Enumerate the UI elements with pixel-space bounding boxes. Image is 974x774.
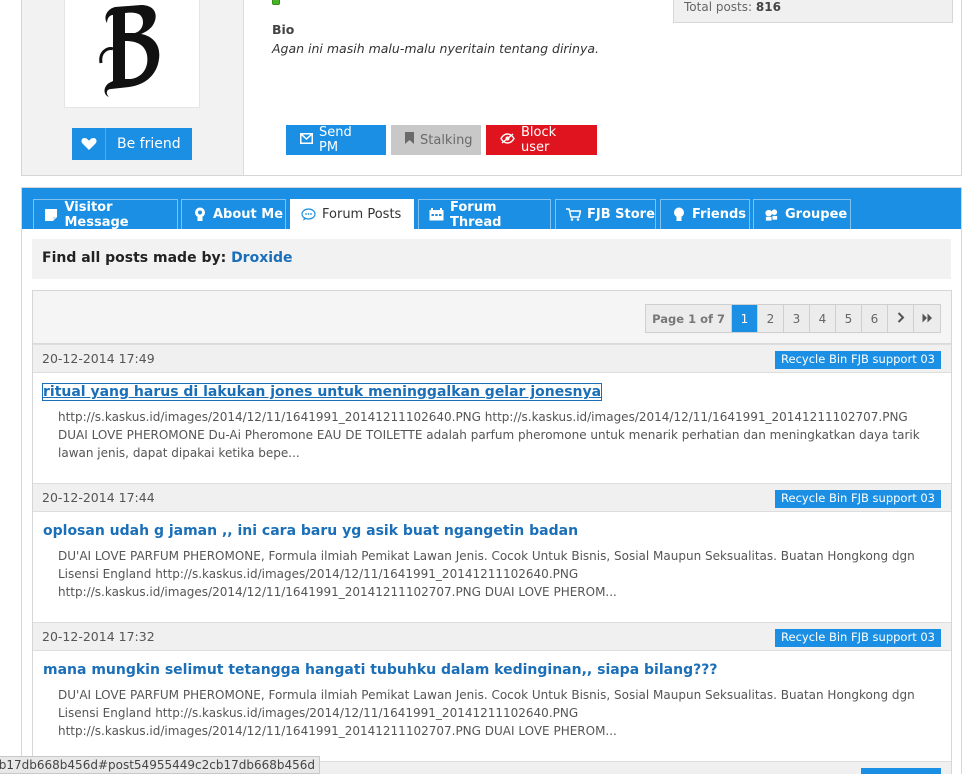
post-snippet: DU'AI LOVE PARFUM PHEROMONE, Formula ilm… [58, 688, 915, 738]
be-friend-label: Be friend [117, 136, 181, 152]
profile-card: Be friend Bio Agan ini masih malu-malu n… [21, 0, 962, 176]
bulb-icon [192, 207, 207, 222]
profile-actions: Send PM Stalking Block user [286, 125, 597, 155]
stats-box: Total posts: 816 [673, 0, 953, 23]
page-link[interactable]: 2 [758, 305, 784, 332]
tab-about-me[interactable]: About Me [181, 199, 286, 229]
tab-label: Visitor Message [64, 199, 129, 230]
tab-label: Groupee [785, 207, 848, 222]
tab-label: Friends [692, 207, 747, 222]
tab-label: Forum Thread [450, 199, 502, 230]
profile-tabs-section: Visitor Message About Me Forum Posts For… [21, 187, 962, 774]
send-pm-label: Send PM [319, 125, 352, 155]
post-snippet: http://s.kaskus.id/images/2014/12/11/164… [58, 410, 920, 460]
bulb-icon [671, 207, 686, 222]
total-posts-label: Total posts: [684, 0, 753, 14]
post-date: 20-12-2014 17:49 [42, 351, 155, 366]
last-page-button[interactable] [914, 305, 940, 332]
page-link[interactable]: 3 [784, 305, 810, 332]
bio-text: Agan ini masih malu-malu nyeritain tenta… [272, 41, 599, 56]
page-link[interactable]: 5 [836, 305, 862, 332]
forum-badge[interactable]: Recycle Bin FJB support 03 [775, 629, 941, 647]
heart-icon [72, 128, 106, 160]
pager-area: Page 1 of 7 1 2 3 4 5 6 [33, 291, 951, 344]
forum-badge[interactable] [861, 768, 941, 774]
group-icon [764, 207, 779, 222]
post-header: 20-12-2014 17:32 Recycle Bin FJB support… [33, 622, 951, 651]
block-user-button[interactable]: Block user [486, 125, 597, 155]
tab-label: FJB Store [587, 207, 655, 222]
post-date: 20-12-2014 17:32 [42, 629, 155, 644]
tab-friends[interactable]: Friends [660, 199, 750, 229]
tab-label: About Me [213, 207, 284, 222]
send-pm-button[interactable]: Send PM [286, 125, 386, 155]
envelope-icon [300, 132, 313, 148]
tab-visitor-message[interactable]: Visitor Message [33, 199, 178, 230]
stalking-label: Stalking [420, 132, 473, 148]
note-icon [44, 207, 58, 222]
find-posts-user-link[interactable]: Droxide [231, 250, 293, 266]
forum-badge[interactable]: Recycle Bin FJB support 03 [775, 490, 941, 508]
page-link[interactable]: 6 [862, 305, 888, 332]
post-title-link[interactable]: ritual yang harus di lakukan jones untuk… [41, 383, 603, 401]
profile-sidebar: Be friend [22, 0, 244, 175]
find-posts-bar: Find all posts made by: Droxide [32, 239, 951, 279]
post-header: 20-12-2014 17:44 Recycle Bin FJB support… [33, 483, 951, 512]
double-chevron-right-icon [922, 312, 933, 326]
post-date: 20-12-2014 17:44 [42, 490, 155, 505]
tab-groupee[interactable]: Groupee [753, 199, 851, 229]
eye-slash-icon [500, 132, 515, 148]
thread-icon [429, 207, 444, 222]
find-posts-label: Find all posts made by: [42, 250, 227, 266]
cart-icon [566, 207, 581, 222]
page-link[interactable]: 1 [732, 305, 758, 332]
page-info: Page 1 of 7 [646, 305, 732, 332]
total-posts-value: 816 [755, 0, 781, 14]
post-header: 20-12-2014 17:49 Recycle Bin FJB support… [33, 344, 951, 373]
post-snippet: DU'AI LOVE PARFUM PHEROMONE, Formula ilm… [58, 549, 915, 599]
next-page-button[interactable] [888, 305, 914, 332]
bookmark-icon [405, 132, 414, 148]
chat-icon [301, 207, 316, 222]
block-user-label: Block user [521, 125, 557, 155]
tab-forum-posts[interactable]: Forum Posts [290, 199, 414, 229]
avatar[interactable] [64, 0, 200, 108]
tab-forum-thread[interactable]: Forum Thread [418, 199, 551, 230]
status-bar-url: 54955449c2cb17db668b456d#post54955449c2c… [0, 756, 320, 774]
be-friend-button[interactable]: Be friend [72, 128, 192, 160]
stalking-button[interactable]: Stalking [391, 125, 481, 155]
tab-bar: Visitor Message About Me Forum Posts For… [22, 188, 961, 230]
posts-list: Page 1 of 7 1 2 3 4 5 6 20-12-2014 17:49… [32, 290, 952, 774]
post-title-link[interactable]: oplosan udah g jaman ,, ini cara baru yg… [43, 523, 578, 539]
page-link[interactable]: 4 [810, 305, 836, 332]
tab-fjb-store[interactable]: FJB Store [555, 199, 656, 229]
bio-label: Bio [272, 22, 295, 37]
tab-label: Forum Posts [322, 207, 402, 222]
chevron-right-icon [897, 311, 905, 326]
forum-badge[interactable]: Recycle Bin FJB support 03 [775, 351, 941, 369]
online-status-indicator [272, 0, 280, 5]
post-title-link[interactable]: mana mungkin selimut tetangga hangati tu… [43, 662, 717, 678]
pagination: Page 1 of 7 1 2 3 4 5 6 [645, 304, 941, 333]
avatar-blackletter-b-image [99, 5, 160, 97]
